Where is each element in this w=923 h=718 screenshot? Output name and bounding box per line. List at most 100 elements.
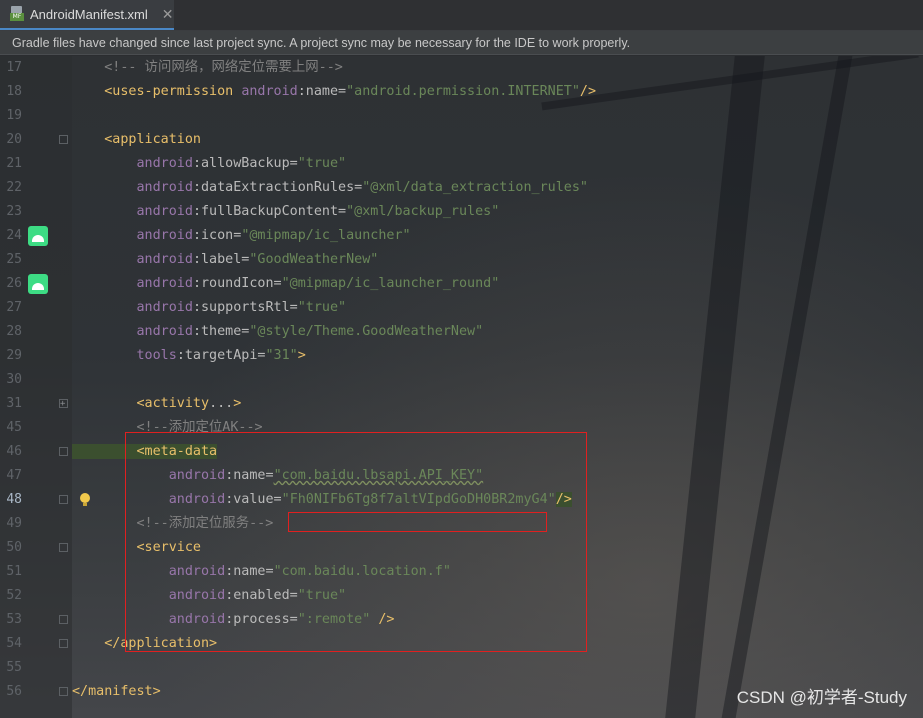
line-number[interactable]: 56 xyxy=(0,680,22,704)
code-token: android xyxy=(72,276,193,291)
line-number[interactable]: 49 xyxy=(0,512,22,536)
code-token: :dataExtractionRules= xyxy=(192,180,363,195)
code-text: android:allowBackup="true" xyxy=(72,152,346,176)
code-line[interactable]: 55 xyxy=(0,656,923,680)
manifest-file-icon: MF xyxy=(10,6,24,22)
line-number[interactable]: 52 xyxy=(0,584,22,608)
line-number[interactable]: 48 xyxy=(0,488,22,512)
code-text: <!-- 访问网络，网络定位需要上网--> xyxy=(72,56,343,80)
line-number[interactable]: 30 xyxy=(0,368,22,392)
code-token: "true" xyxy=(297,156,347,171)
fold-marker-icon[interactable] xyxy=(59,447,68,456)
code-token: android xyxy=(72,204,193,219)
code-line[interactable]: 19 xyxy=(0,104,923,128)
close-icon[interactable]: ✕ xyxy=(162,6,174,23)
code-token: android xyxy=(72,300,193,315)
code-token: :targetApi= xyxy=(176,348,266,363)
line-number[interactable]: 24 xyxy=(0,224,22,248)
code-line[interactable]: 28 android:theme="@style/Theme.GoodWeath… xyxy=(0,320,923,344)
line-number[interactable]: 27 xyxy=(0,296,22,320)
code-text: <application xyxy=(72,128,201,152)
fold-marker-icon[interactable] xyxy=(59,639,68,648)
line-number[interactable]: 22 xyxy=(0,176,22,200)
gradle-sync-banner: Gradle files have changed since last pro… xyxy=(0,31,923,55)
code-token: </manifest> xyxy=(72,684,161,699)
code-line[interactable]: 25 android:label="GoodWeatherNew" xyxy=(0,248,923,272)
code-token: :name= xyxy=(297,84,347,99)
code-line[interactable]: 18 <uses-permission android:name="androi… xyxy=(0,80,923,104)
code-token: :roundIcon= xyxy=(192,276,282,291)
android-icon[interactable] xyxy=(28,274,48,294)
highlight-box-api-key xyxy=(288,512,547,532)
code-token: tools xyxy=(72,348,177,363)
code-token: :fullBackupContent= xyxy=(192,204,347,219)
fold-marker-icon[interactable] xyxy=(59,615,68,624)
code-line[interactable]: 21 android:allowBackup="true" xyxy=(0,152,923,176)
code-text: <activity...> xyxy=(72,392,241,416)
fold-marker-icon[interactable] xyxy=(59,687,68,696)
code-line[interactable]: 20 <application xyxy=(0,128,923,152)
code-text: tools:targetApi="31"> xyxy=(72,344,305,368)
line-number[interactable]: 46 xyxy=(0,440,22,464)
code-token: :allowBackup= xyxy=(192,156,298,171)
tab-androidmanifest[interactable]: MF AndroidManifest.xml ✕ xyxy=(0,0,174,30)
tab-title: AndroidManifest.xml xyxy=(30,6,148,22)
code-line[interactable]: 30 xyxy=(0,368,923,392)
line-number[interactable]: 31 xyxy=(0,392,22,416)
code-text: android:roundIcon="@mipmap/ic_launcher_r… xyxy=(72,272,499,296)
code-line[interactable]: 17 <!-- 访问网络，网络定位需要上网--> xyxy=(0,56,923,80)
code-line[interactable]: 31 <activity...> xyxy=(0,392,923,416)
code-line[interactable]: 26 android:roundIcon="@mipmap/ic_launche… xyxy=(0,272,923,296)
line-number[interactable]: 28 xyxy=(0,320,22,344)
code-token: "@xml/backup_rules" xyxy=(346,204,500,219)
code-token: <activity xyxy=(72,396,210,411)
line-number[interactable]: 47 xyxy=(0,464,22,488)
code-token: android xyxy=(72,324,193,339)
line-number[interactable]: 17 xyxy=(0,56,22,80)
line-number[interactable]: 51 xyxy=(0,560,22,584)
fold-marker-icon[interactable] xyxy=(59,135,68,144)
code-token: <!-- 访问网络，网络定位需要上网--> xyxy=(72,60,343,75)
code-token: "android.permission.INTERNET" xyxy=(346,84,580,99)
line-number[interactable]: 50 xyxy=(0,536,22,560)
code-text: android:theme="@style/Theme.GoodWeatherN… xyxy=(72,320,483,344)
code-token: "31" xyxy=(265,348,298,363)
line-number[interactable]: 53 xyxy=(0,608,22,632)
code-token: "true" xyxy=(297,300,347,315)
csdn-watermark: CSDN @初学者-Study xyxy=(736,688,907,707)
line-number[interactable]: 45 xyxy=(0,416,22,440)
highlight-box-config xyxy=(125,432,587,652)
line-number[interactable]: 29 xyxy=(0,344,22,368)
code-line[interactable]: 22 android:dataExtractionRules="@xml/dat… xyxy=(0,176,923,200)
code-editor[interactable]: 17 <!-- 访问网络，网络定位需要上网--> 18 <uses-permiss… xyxy=(0,56,923,718)
code-text: android:fullBackupContent="@xml/backup_r… xyxy=(72,200,499,224)
fold-marker-icon[interactable] xyxy=(59,392,68,416)
line-number[interactable]: 19 xyxy=(0,104,22,128)
fold-marker-icon[interactable] xyxy=(59,495,68,504)
code-text: android:icon="@mipmap/ic_launcher" xyxy=(72,224,411,248)
code-line[interactable]: 23 android:fullBackupContent="@xml/backu… xyxy=(0,200,923,224)
code-token: <uses-permission xyxy=(72,84,242,99)
code-line[interactable]: 24 android:icon="@mipmap/ic_launcher" xyxy=(0,224,923,248)
code-token: "@mipmap/ic_launcher" xyxy=(241,228,411,243)
line-number[interactable]: 54 xyxy=(0,632,22,656)
code-token: ... xyxy=(209,396,234,411)
line-number[interactable]: 55 xyxy=(0,656,22,680)
code-token: > xyxy=(233,396,242,411)
android-icon[interactable] xyxy=(28,226,48,246)
line-number[interactable]: 20 xyxy=(0,128,22,152)
line-number[interactable]: 25 xyxy=(0,248,22,272)
code-line[interactable]: 29 tools:targetApi="31"> xyxy=(0,344,923,368)
line-number[interactable]: 26 xyxy=(0,272,22,296)
fold-marker-icon[interactable] xyxy=(59,543,68,552)
banner-message: Gradle files have changed since last pro… xyxy=(12,36,631,50)
code-line[interactable]: 27 android:supportsRtl="true" xyxy=(0,296,923,320)
code-text: <uses-permission android:name="android.p… xyxy=(72,80,596,104)
code-text: android:dataExtractionRules="@xml/data_e… xyxy=(72,176,588,200)
line-number[interactable]: 23 xyxy=(0,200,22,224)
code-token: android xyxy=(72,228,193,243)
line-number[interactable]: 18 xyxy=(0,80,22,104)
code-token: android xyxy=(72,156,193,171)
line-number[interactable]: 21 xyxy=(0,152,22,176)
code-token: <application xyxy=(72,132,201,147)
